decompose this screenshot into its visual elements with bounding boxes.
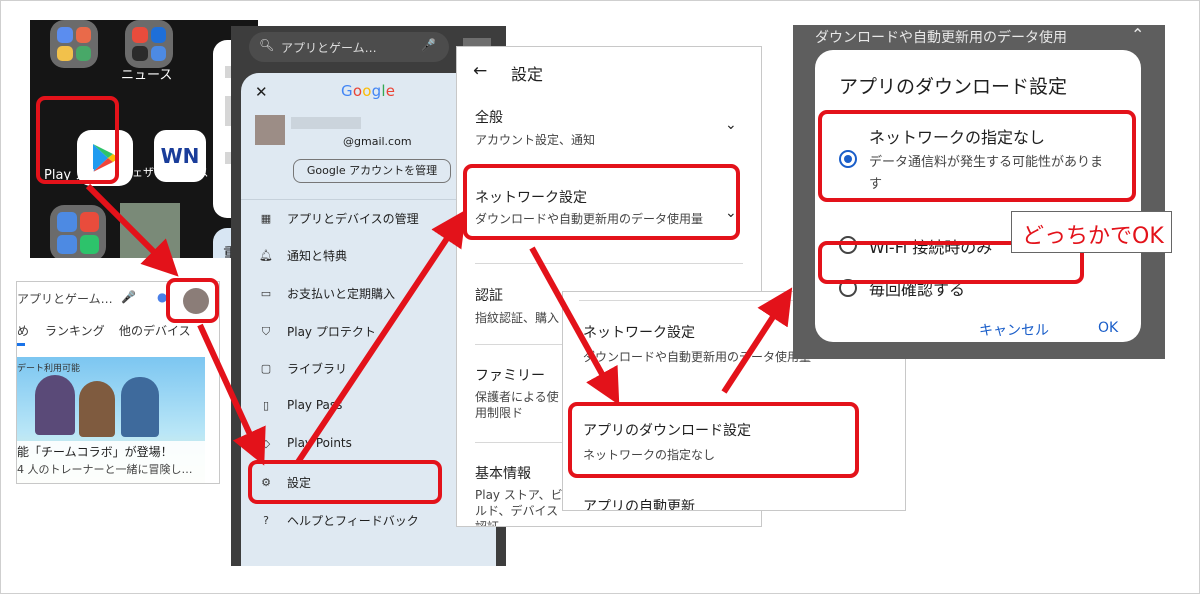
arrow-overlay [85, 183, 793, 466]
arrow-settings-to-network [295, 209, 467, 464]
callout-either-ok: どっちかでOK [1011, 211, 1172, 253]
arrow-download-to-dialog [721, 287, 793, 394]
arrow-network-to-download [529, 246, 620, 406]
arrow-avatar-to-settings [197, 323, 266, 466]
arrow-playstore-to-avatar [85, 183, 179, 277]
